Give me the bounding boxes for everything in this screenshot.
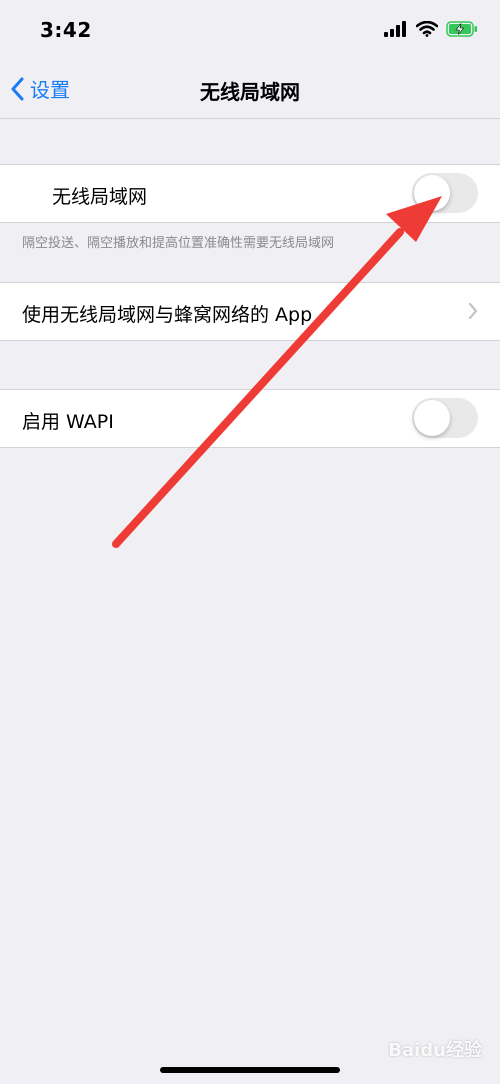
nav-bar: 设置 无线局域网 xyxy=(0,62,500,119)
wapi-toggle-label: 启用 WAPI xyxy=(22,411,114,433)
status-bar: 3:42 xyxy=(0,0,500,62)
battery-charging-icon xyxy=(446,21,477,37)
status-time: 3:42 xyxy=(40,18,92,42)
page-title: 无线局域网 xyxy=(200,80,300,104)
wlan-toggle-label: 无线局域网 xyxy=(52,186,148,208)
wlan-footnote: 隔空投送、隔空播放和提高位置准确性需要无线局域网 xyxy=(22,236,335,251)
apps-using-network-label: 使用无线局域网与蜂窝网络的 App xyxy=(22,304,313,326)
wapi-switch[interactable] xyxy=(412,398,478,438)
wlan-toggle-row[interactable]: 无线局域网 xyxy=(0,164,500,223)
wapi-toggle-row[interactable]: 启用 WAPI xyxy=(0,389,500,448)
wapi-switch-knob xyxy=(414,400,450,436)
wlan-switch-knob xyxy=(414,175,450,211)
apps-using-network-row[interactable]: 使用无线局域网与蜂窝网络的 App xyxy=(0,282,500,341)
watermark: Baidu经验 xyxy=(388,1040,482,1061)
wifi-icon xyxy=(416,21,438,37)
wlan-switch[interactable] xyxy=(412,173,478,213)
annotation-arrow-icon xyxy=(112,196,442,548)
home-indicator xyxy=(160,1067,340,1073)
chevron-right-icon xyxy=(468,302,478,320)
cellular-signal-icon xyxy=(384,21,406,37)
status-icons xyxy=(384,21,478,37)
